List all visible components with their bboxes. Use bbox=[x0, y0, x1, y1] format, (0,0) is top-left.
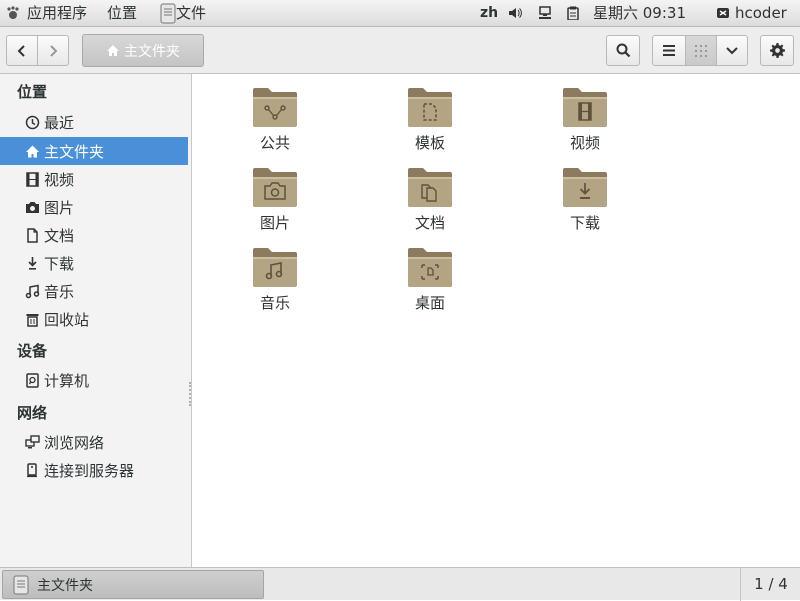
folder-video-icon bbox=[563, 88, 607, 127]
sidebar-item-music[interactable]: 音乐 bbox=[0, 277, 188, 305]
camera-icon bbox=[26, 201, 39, 213]
sidebar-item-label: 回收站 bbox=[44, 310, 90, 329]
back-button[interactable] bbox=[6, 35, 38, 66]
search-button[interactable] bbox=[606, 35, 640, 66]
document-icon bbox=[27, 227, 38, 243]
gnome-foot-icon bbox=[7, 6, 19, 19]
folder-template-icon bbox=[408, 88, 452, 127]
sidebar-section-network: 网络 bbox=[17, 404, 48, 422]
bottom-panel: 主文件夹 1 / 4 bbox=[0, 567, 800, 601]
list-view-button[interactable] bbox=[652, 35, 686, 66]
folder-download-icon bbox=[563, 168, 607, 207]
folder-label: 图片 bbox=[259, 214, 290, 232]
sidebar-item-label: 下载 bbox=[44, 254, 75, 273]
view-options-button[interactable] bbox=[716, 35, 748, 66]
folder-label: 下载 bbox=[569, 214, 600, 232]
clock[interactable]: 星期六 09:31 bbox=[593, 0, 686, 27]
sidebar-section-places: 位置 bbox=[17, 83, 48, 101]
sidebar-item-label: 连接到服务器 bbox=[44, 461, 135, 480]
sidebar-item-label: 计算机 bbox=[44, 371, 90, 390]
forward-button[interactable] bbox=[37, 35, 69, 66]
sidebar-item-label: 最近 bbox=[44, 113, 75, 132]
sidebar: 位置 最近 主文件夹 视频 图片 文档 下载 音乐 回收站 设备 计算机 网络 … bbox=[0, 74, 192, 567]
sidebar-item-home[interactable]: 主文件夹 bbox=[0, 137, 188, 165]
folder-downloads[interactable]: 下载 bbox=[540, 164, 630, 233]
taskbar-window-title: 主文件夹 bbox=[37, 577, 93, 594]
list-icon bbox=[663, 45, 675, 56]
sidebar-item-documents[interactable]: 文档 bbox=[0, 221, 188, 249]
taskbar-window-button[interactable]: 主文件夹 bbox=[2, 570, 264, 599]
server-icon bbox=[27, 462, 37, 477]
folder-document-icon bbox=[408, 168, 452, 207]
folder-label: 公共 bbox=[259, 134, 290, 152]
folder-label: 桌面 bbox=[414, 294, 445, 312]
folder-pictures[interactable]: 图片 bbox=[230, 164, 320, 233]
clipboard-icon[interactable] bbox=[566, 6, 580, 20]
file-manager-icon bbox=[13, 575, 29, 594]
applications-menu[interactable]: 应用程序 bbox=[27, 0, 87, 27]
sidebar-section-devices: 设备 bbox=[17, 342, 48, 360]
folder-documents[interactable]: 文档 bbox=[385, 164, 475, 233]
recent-icon bbox=[25, 115, 40, 129]
sidebar-item-downloads[interactable]: 下载 bbox=[0, 249, 188, 277]
sidebar-item-videos[interactable]: 视频 bbox=[0, 165, 188, 193]
video-icon bbox=[26, 171, 39, 187]
user-icon[interactable] bbox=[716, 6, 730, 20]
folder-music[interactable]: 音乐 bbox=[230, 244, 320, 313]
sidebar-item-computer[interactable]: 计算机 bbox=[0, 366, 188, 394]
trash-icon bbox=[26, 313, 39, 327]
folder-desktop-icon bbox=[408, 248, 452, 287]
top-panel: 应用程序 位置 文件 zh 星期六 09:31 hcoder bbox=[0, 0, 800, 27]
folder-desktop[interactable]: 桌面 bbox=[385, 244, 475, 313]
sidebar-item-browse-network[interactable]: 浏览网络 bbox=[0, 428, 188, 456]
home-icon bbox=[107, 45, 119, 56]
music-icon bbox=[25, 284, 40, 298]
sidebar-item-label: 浏览网络 bbox=[44, 433, 105, 452]
volume-icon[interactable] bbox=[508, 6, 522, 20]
download-icon bbox=[28, 256, 37, 270]
places-menu[interactable]: 位置 bbox=[107, 0, 137, 27]
path-bar-label: 主文件夹 bbox=[124, 43, 180, 60]
sidebar-item-label: 视频 bbox=[44, 170, 75, 189]
workspace-indicator[interactable]: 1 / 4 bbox=[740, 568, 800, 601]
search-icon bbox=[616, 43, 630, 58]
grid-icon bbox=[695, 44, 707, 57]
forward-icon bbox=[50, 44, 58, 57]
sidebar-item-label: 图片 bbox=[44, 198, 75, 217]
folder-label: 视频 bbox=[569, 134, 600, 152]
back-icon bbox=[17, 44, 25, 57]
app-menu[interactable]: 文件 bbox=[176, 0, 206, 27]
folder-label: 文档 bbox=[414, 214, 445, 232]
chevron-down-icon bbox=[726, 46, 738, 54]
grid-view-button[interactable] bbox=[685, 35, 717, 66]
sidebar-item-recent[interactable]: 最近 bbox=[0, 108, 188, 136]
sidebar-item-label: 音乐 bbox=[44, 282, 75, 301]
file-manager-icon bbox=[160, 3, 176, 24]
path-bar-home[interactable]: 主文件夹 bbox=[82, 34, 204, 67]
home-icon bbox=[26, 145, 39, 157]
sidebar-item-pictures[interactable]: 图片 bbox=[0, 193, 188, 221]
folder-music-icon bbox=[253, 248, 297, 287]
user-menu[interactable]: hcoder bbox=[735, 0, 787, 27]
folder-camera-icon bbox=[253, 168, 297, 207]
network-icon bbox=[25, 434, 40, 448]
settings-button[interactable] bbox=[760, 35, 794, 66]
file-view: 公共 模板 视频 图片 文档 下载 音乐 桌面 bbox=[193, 74, 800, 567]
sidebar-item-trash[interactable]: 回收站 bbox=[0, 305, 188, 333]
folder-templates[interactable]: 模板 bbox=[385, 84, 475, 153]
sidebar-item-connect-server[interactable]: 连接到服务器 bbox=[0, 456, 188, 484]
sidebar-item-label: 主文件夹 bbox=[44, 142, 105, 161]
gear-icon bbox=[769, 43, 785, 58]
network-wired-icon[interactable] bbox=[538, 6, 552, 20]
folder-videos[interactable]: 视频 bbox=[540, 84, 630, 153]
folder-public[interactable]: 公共 bbox=[230, 84, 320, 153]
header-bar: 主文件夹 bbox=[0, 27, 800, 74]
sidebar-item-label: 文档 bbox=[44, 226, 75, 245]
input-method-indicator[interactable]: zh bbox=[480, 0, 498, 27]
folder-share-icon bbox=[253, 88, 297, 127]
computer-icon bbox=[26, 372, 39, 388]
folder-label: 音乐 bbox=[259, 294, 290, 312]
folder-label: 模板 bbox=[414, 134, 445, 152]
